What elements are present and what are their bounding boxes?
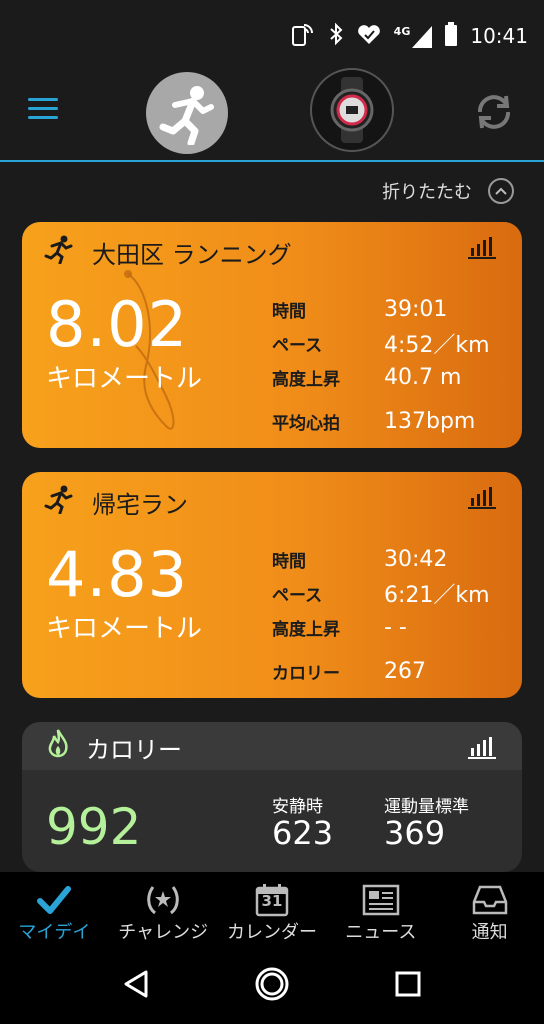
stat-value: 40.7 m	[384, 364, 462, 390]
system-nav-bar	[0, 948, 544, 1024]
stat-label: 平均心拍	[272, 413, 340, 434]
inbox-icon	[472, 882, 508, 918]
distance-unit: キロメートル	[46, 364, 203, 394]
stat-row: 高度上昇 - -	[272, 610, 512, 644]
stat-value: 30:42	[384, 546, 448, 572]
run-activity-icon	[44, 484, 74, 520]
activity-card[interactable]: 大田区 ランニング 8.02 キロメートル 時間 39:01 ペース 4:52／km…	[22, 222, 522, 448]
stat-row: 時間 30:42	[272, 542, 512, 576]
bar-chart-icon[interactable]	[468, 236, 496, 260]
tab-label: ニュース	[345, 922, 417, 943]
activity-stats: 時間 39:01 ペース 4:52／km 高度上昇 40.7 m 平均心拍 137bpm	[272, 292, 512, 438]
tab-label: マイデイ	[18, 922, 91, 943]
network-type: 4G	[393, 24, 411, 38]
watch-icon	[330, 77, 374, 143]
heart-sync-icon	[356, 22, 382, 51]
distance-unit: キロメートル	[46, 614, 203, 644]
stat-value: 4:52／km	[384, 333, 490, 358]
bar-chart-icon[interactable]	[468, 736, 496, 760]
avatar[interactable]	[146, 72, 228, 154]
calorie-title: カロリー	[86, 735, 182, 764]
clock: 10:41	[470, 24, 528, 48]
tab-notifications[interactable]: 通知	[435, 872, 544, 948]
stat-value: 267	[384, 658, 426, 684]
stat-row: 時間 39:01	[272, 292, 512, 326]
status-bar: 4G 10:41	[0, 0, 544, 72]
stat-value: 39:01	[384, 296, 448, 322]
activity-card[interactable]: 帰宅ラン 4.83 キロメートル 時間 30:42 ペース 6:21／km 高度上昇…	[22, 472, 522, 698]
active-value: 369	[384, 814, 446, 852]
stat-value: - -	[384, 614, 407, 640]
runner-avatar-icon	[159, 86, 214, 145]
run-activity-icon	[44, 234, 74, 270]
signal-icon: 4G	[394, 25, 433, 48]
distance-value: 8.02	[46, 288, 189, 361]
newspaper-icon	[362, 882, 400, 918]
nfc-icon	[290, 21, 316, 52]
tab-label: チャレンジ	[118, 922, 209, 943]
laurel-icon	[143, 882, 183, 918]
device-button[interactable]	[310, 68, 394, 152]
stat-label: 時間	[272, 301, 306, 322]
stat-label: ペース	[272, 585, 323, 606]
calorie-card[interactable]: カロリー 992 安静時 623 運動量標準 369	[22, 722, 522, 872]
stat-value: 6:21／km	[384, 583, 490, 608]
stat-row: カロリー 267	[272, 654, 512, 688]
stat-label: ペース	[272, 335, 323, 356]
back-icon[interactable]	[122, 969, 150, 1003]
menu-icon[interactable]	[28, 98, 58, 120]
stat-label: 高度上昇	[272, 369, 340, 390]
collapse-toggle[interactable]: 折りたたむ	[382, 178, 514, 204]
sync-icon[interactable]	[472, 90, 516, 134]
tab-calendar[interactable]: 31 カレンダー	[218, 872, 327, 948]
tab-label: 通知	[471, 922, 508, 943]
home-icon[interactable]	[254, 966, 290, 1006]
flame-icon	[46, 728, 70, 766]
tab-news[interactable]: ニュース	[326, 872, 435, 948]
chevron-up-icon	[488, 178, 514, 204]
stat-label: 高度上昇	[272, 619, 340, 640]
stat-label: カロリー	[272, 663, 340, 684]
check-icon	[36, 882, 72, 918]
activity-stats: 時間 30:42 ペース 6:21／km 高度上昇 - - カロリー 267	[272, 542, 512, 688]
distance-value: 4.83	[46, 538, 189, 611]
stat-label: 時間	[272, 551, 306, 572]
stat-row: ペース 4:52／km	[272, 326, 512, 360]
tab-label: カレンダー	[226, 922, 317, 943]
calorie-total: 992	[46, 798, 142, 856]
calendar-day: 31	[261, 892, 283, 910]
bluetooth-icon	[328, 22, 344, 51]
bar-chart-icon[interactable]	[468, 486, 496, 510]
recents-icon[interactable]	[394, 970, 422, 1002]
stat-row: 高度上昇 40.7 m	[272, 360, 512, 394]
battery-icon	[444, 21, 458, 51]
activity-title: 大田区 ランニング	[92, 240, 292, 269]
app-header	[0, 68, 544, 162]
resting-value: 623	[272, 814, 334, 852]
tab-challenge[interactable]: チャレンジ	[109, 872, 218, 948]
bottom-tab-bar: マイデイ チャレンジ 31 カレンダー ニュース 通知	[0, 872, 544, 948]
calorie-card-header: カロリー	[22, 722, 522, 770]
stat-row: ペース 6:21／km	[272, 576, 512, 610]
stat-row: 平均心拍 137bpm	[272, 404, 512, 438]
calendar-icon: 31	[255, 882, 289, 918]
stat-value: 137bpm	[384, 408, 476, 434]
activity-title: 帰宅ラン	[92, 490, 188, 519]
tab-my-day[interactable]: マイデイ	[0, 872, 109, 948]
collapse-label: 折りたたむ	[382, 182, 472, 203]
